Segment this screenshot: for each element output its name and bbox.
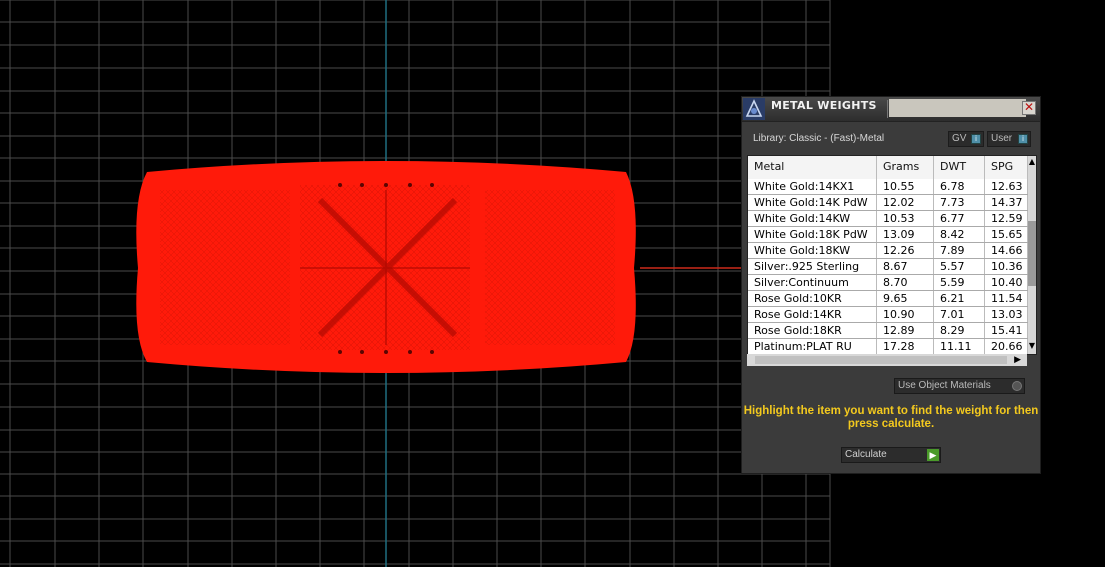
metal-cell: Platinum:PLAT RU bbox=[748, 339, 877, 354]
calculate-button[interactable]: Calculate ▶ bbox=[841, 447, 941, 463]
metal-weights-panel: METAL WEIGHTS ✕ Library: Classic - (Fast… bbox=[741, 96, 1041, 474]
column-header-grams[interactable]: Grams bbox=[877, 156, 934, 179]
table-row[interactable]: Silver:Continuum 8.70 5.59 10.40 bbox=[748, 275, 1028, 291]
spg-cell: 14.66 bbox=[985, 243, 1028, 258]
grams-cell: 13.09 bbox=[877, 227, 934, 242]
spg-cell: 20.66 bbox=[985, 339, 1028, 354]
dwt-cell: 7.89 bbox=[934, 243, 985, 258]
dwt-cell: 8.42 bbox=[934, 227, 985, 242]
metal-cell: Rose Gold:10KR bbox=[748, 291, 877, 306]
dwt-cell: 6.21 bbox=[934, 291, 985, 306]
grams-cell: 10.53 bbox=[877, 211, 934, 226]
title-drag-area[interactable] bbox=[889, 99, 1026, 117]
close-icon: ✕ bbox=[1023, 100, 1035, 114]
table-header: Metal Grams DWT SPG bbox=[748, 156, 1028, 179]
spg-cell: 13.03 bbox=[985, 307, 1028, 322]
gv-toggle-label: GV bbox=[952, 133, 967, 144]
column-header-spg[interactable]: SPG bbox=[985, 156, 1028, 179]
grams-cell: 12.02 bbox=[877, 195, 934, 210]
dwt-cell: 11.11 bbox=[934, 339, 985, 354]
metal-cell: White Gold:14K PdW bbox=[748, 195, 877, 210]
use-object-materials-option[interactable]: Use Object Materials bbox=[894, 378, 1025, 394]
dwt-cell: 7.01 bbox=[934, 307, 985, 322]
scroll-down-icon[interactable]: ▼ bbox=[1028, 340, 1036, 352]
metal-cell: White Gold:18K PdW bbox=[748, 227, 877, 242]
metal-cell: Silver:Continuum bbox=[748, 275, 877, 290]
table-row[interactable]: Platinum:PLAT RU 17.28 11.11 20.66 bbox=[748, 339, 1028, 354]
spg-cell: 10.40 bbox=[985, 275, 1028, 290]
metal-cell: Rose Gold:14KR bbox=[748, 307, 877, 322]
panel-titlebar[interactable]: METAL WEIGHTS ✕ bbox=[742, 97, 1040, 122]
library-label: Library: Classic - (Fast)-Metal bbox=[753, 133, 885, 144]
table-row[interactable]: Silver:.925 Sterling 8.67 5.57 10.36 bbox=[748, 259, 1028, 275]
spg-cell: 15.65 bbox=[985, 227, 1028, 242]
table-row[interactable]: White Gold:14KX1 10.55 6.78 12.63 bbox=[748, 179, 1028, 195]
metal-cell: White Gold:14KX1 bbox=[748, 179, 877, 194]
horizontal-scrollbar[interactable]: ▶ bbox=[747, 354, 1027, 366]
play-arrow-icon: ▶ bbox=[927, 449, 939, 461]
vertical-scroll-thumb[interactable] bbox=[1028, 221, 1036, 286]
user-toggle-label: User bbox=[991, 133, 1013, 144]
grams-cell: 9.65 bbox=[877, 291, 934, 306]
gv-toggle-icon: i bbox=[971, 134, 981, 144]
spg-cell: 12.59 bbox=[985, 211, 1028, 226]
metal-cell: White Gold:18KW bbox=[748, 243, 877, 258]
metal-cell: Rose Gold:18KR bbox=[748, 323, 877, 338]
dwt-cell: 7.73 bbox=[934, 195, 985, 210]
metal-cell: Silver:.925 Sterling bbox=[748, 259, 877, 274]
instruction-text: Highlight the item you want to find the … bbox=[743, 405, 1039, 430]
grams-cell: 8.70 bbox=[877, 275, 934, 290]
scroll-right-icon[interactable]: ▶ bbox=[1014, 354, 1021, 366]
metal-cell: White Gold:14KW bbox=[748, 211, 877, 226]
spg-cell: 11.54 bbox=[985, 291, 1028, 306]
table-row[interactable]: White Gold:18K PdW 13.09 8.42 15.65 bbox=[748, 227, 1028, 243]
table-row[interactable]: Rose Gold:18KR 12.89 8.29 15.41 bbox=[748, 323, 1028, 339]
column-header-metal[interactable]: Metal bbox=[748, 156, 877, 179]
table-body: White Gold:14KX1 10.55 6.78 12.63 White Gold… bbox=[748, 179, 1028, 354]
spg-cell: 14.37 bbox=[985, 195, 1028, 210]
app-logo-icon bbox=[743, 98, 765, 120]
grams-cell: 12.89 bbox=[877, 323, 934, 338]
metal-table: Metal Grams DWT SPG White Gold:14KX1 10.5… bbox=[747, 155, 1037, 355]
panel-title: METAL WEIGHTS bbox=[771, 99, 877, 112]
calculate-label: Calculate bbox=[845, 449, 887, 460]
spg-cell: 10.36 bbox=[985, 259, 1028, 274]
table-row[interactable]: Rose Gold:14KR 10.90 7.01 13.03 bbox=[748, 307, 1028, 323]
table-row[interactable]: White Gold:18KW 12.26 7.89 14.66 bbox=[748, 243, 1028, 259]
spg-cell: 15.41 bbox=[985, 323, 1028, 338]
grams-cell: 12.26 bbox=[877, 243, 934, 258]
spg-cell: 12.63 bbox=[985, 179, 1028, 194]
horizontal-scroll-thumb[interactable] bbox=[755, 356, 1007, 364]
user-toggle[interactable]: User i bbox=[987, 131, 1031, 147]
dwt-cell: 8.29 bbox=[934, 323, 985, 338]
dwt-cell: 6.78 bbox=[934, 179, 985, 194]
radio-icon bbox=[1012, 381, 1022, 391]
table-row[interactable]: Rose Gold:10KR 9.65 6.21 11.54 bbox=[748, 291, 1028, 307]
close-button[interactable]: ✕ bbox=[1022, 101, 1036, 115]
dwt-cell: 5.57 bbox=[934, 259, 985, 274]
table-row[interactable]: White Gold:14KW 10.53 6.77 12.59 bbox=[748, 211, 1028, 227]
dwt-cell: 6.77 bbox=[934, 211, 985, 226]
grams-cell: 10.90 bbox=[877, 307, 934, 322]
title-divider bbox=[887, 100, 888, 118]
grams-cell: 17.28 bbox=[877, 339, 934, 354]
grams-cell: 10.55 bbox=[877, 179, 934, 194]
scroll-up-icon[interactable]: ▲ bbox=[1028, 156, 1036, 168]
use-object-materials-label: Use Object Materials bbox=[898, 380, 991, 391]
grams-cell: 8.67 bbox=[877, 259, 934, 274]
user-toggle-icon: i bbox=[1018, 134, 1028, 144]
gv-toggle[interactable]: GV i bbox=[948, 131, 984, 147]
table-row[interactable]: White Gold:14K PdW 12.02 7.73 14.37 bbox=[748, 195, 1028, 211]
column-header-dwt[interactable]: DWT bbox=[934, 156, 985, 179]
vertical-scrollbar[interactable]: ▲ ▼ bbox=[1028, 156, 1036, 354]
dwt-cell: 5.59 bbox=[934, 275, 985, 290]
